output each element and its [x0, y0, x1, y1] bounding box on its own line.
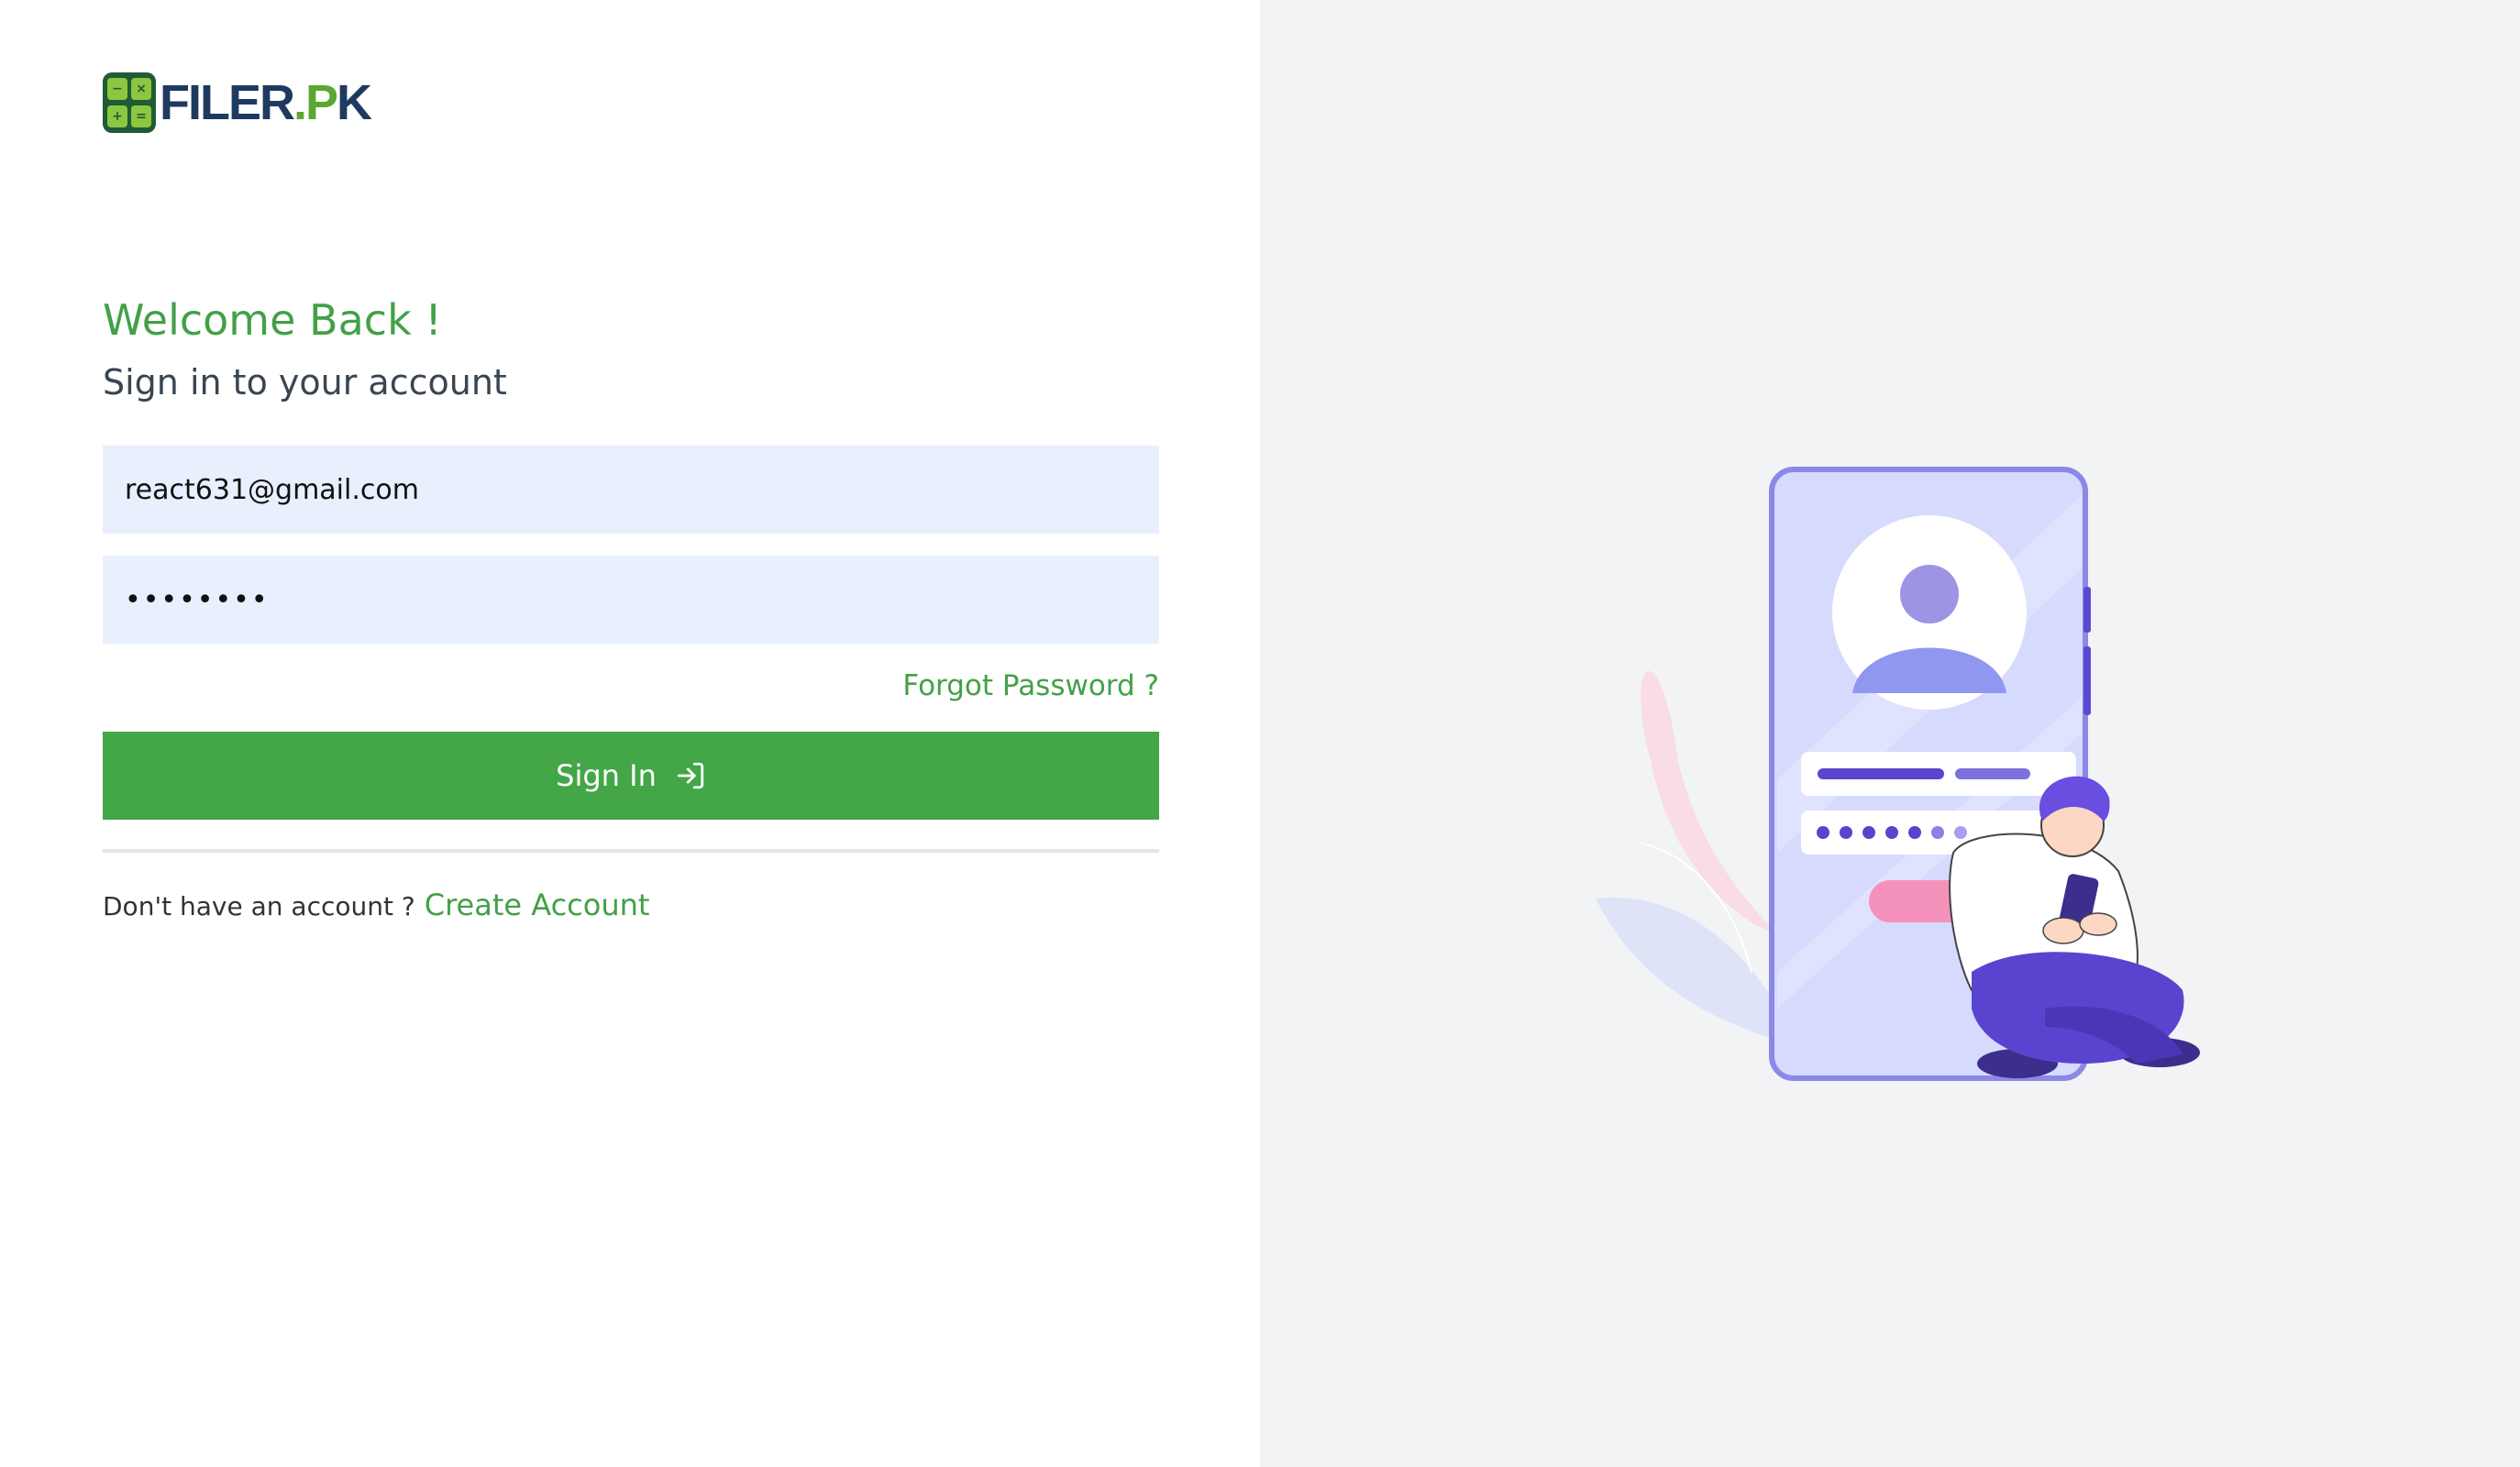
person-with-phone-illustration [1596, 467, 2200, 1081]
sign-in-button[interactable]: Sign In [103, 732, 1159, 820]
divider [103, 849, 1159, 853]
signup-prompt: Don't have an account ? Create Account [103, 888, 649, 922]
password-field[interactable]: •••••••• [103, 556, 1159, 644]
calculator-logo-icon: − × + = [103, 72, 156, 133]
forgot-password-link[interactable]: Forgot Password ? [902, 669, 1159, 702]
logo-wordmark: FILER .P K [160, 75, 372, 130]
login-arrow-icon [677, 762, 704, 789]
email-value: react631@gmail.com [125, 473, 419, 506]
email-field[interactable]: react631@gmail.com [103, 446, 1159, 534]
login-panel: − × + = FILER .P K Welcome Back ! Sign in … [0, 0, 1260, 1467]
pink-leaf-icon [1641, 670, 1779, 935]
forgot-password-container: Forgot Password ? [792, 669, 1159, 702]
welcome-heading: Welcome Back ! [103, 295, 442, 345]
signin-subheading: Sign in to your account [103, 362, 507, 403]
no-account-text: Don't have an account ? [103, 891, 415, 921]
sign-in-label: Sign In [556, 758, 657, 793]
password-value: •••••••• [125, 583, 270, 616]
create-account-link[interactable]: Create Account [425, 888, 650, 922]
illustration-panel [1260, 0, 2520, 1467]
brand-logo[interactable]: − × + = FILER .P K [103, 72, 372, 134]
